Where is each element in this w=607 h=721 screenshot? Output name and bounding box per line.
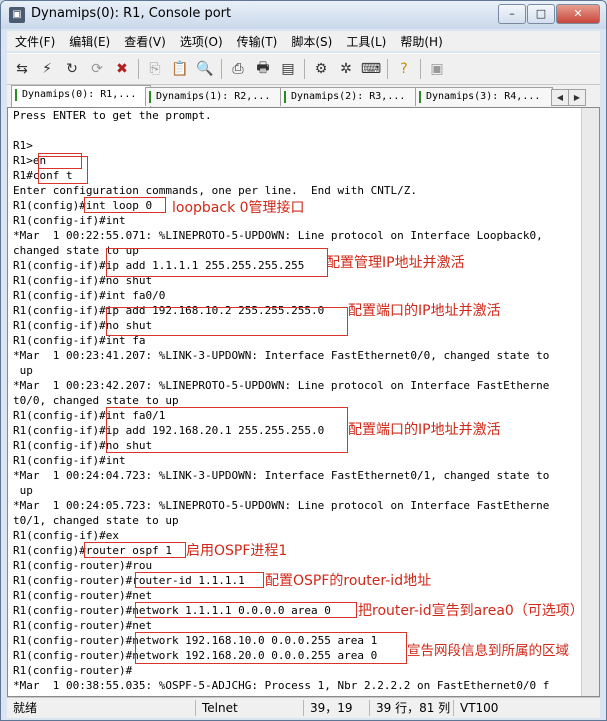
highlight-box (38, 156, 88, 184)
console-line: *Mar 1 00:22:55.071: %LINEPROTO-5-UPDOWN… (13, 229, 543, 242)
menu-options[interactable]: 选项(O) (172, 33, 229, 50)
maximize-button[interactable]: □ (527, 4, 555, 24)
console-line: up (13, 484, 33, 497)
terminal-console[interactable]: Press ENTER to get the prompt. R1> R1>en R1… (7, 107, 600, 697)
connected-icon (284, 91, 286, 103)
tab-label: Dynamips(0): R1,... (22, 89, 137, 100)
window-title: Dynamips(0): R1, Console port (31, 6, 232, 21)
annotation: loopback 0管理接口 (172, 200, 305, 216)
connected-icon (419, 91, 421, 103)
tab-label: Dynamips(3): R4,... (426, 91, 541, 102)
console-line: *Mar 1 00:23:42.207: %LINEPROTO-5-UPDOWN… (13, 379, 550, 392)
reconnect-all-icon[interactable]: ⟳ (86, 58, 108, 80)
console-line: R1(config-if)#ex (13, 529, 119, 542)
console-line: R1(config-if)#int (13, 454, 126, 467)
tab-label: Dynamips(2): R3,... (291, 91, 406, 102)
reconnect-icon[interactable]: ↻ (61, 58, 83, 80)
highlight-box (106, 307, 348, 336)
tab-r2[interactable]: Dynamips(1): R2,... (145, 87, 283, 106)
print-screen-icon[interactable]: ▤ (277, 58, 299, 80)
console-line: *Mar 1 00:38:55.035: %OSPF-5-ADJCHG: Pro… (13, 679, 550, 692)
highlight-box (84, 542, 186, 558)
annotation: 配置OSPF的router-id地址 (265, 573, 432, 589)
vertical-scrollbar[interactable] (581, 108, 599, 696)
toolbar: ⇆ ⚡ ↻ ⟳ ✖ ⎘ 📋 🔍 ⎙ 🖶 ▤ ⚙ ✲ ⌨ ? ▣ (7, 53, 600, 85)
console-line: R1(config-router)#net (13, 619, 153, 632)
menu-view[interactable]: 查看(V) (116, 33, 172, 50)
find-icon[interactable]: 🔍 (194, 58, 216, 80)
console-line: Press ENTER to get the prompt. (13, 109, 212, 122)
console-line: R1(config-if)#int (13, 214, 126, 227)
disconnect-icon[interactable]: ✖ (111, 58, 133, 80)
annotation: 配置端口的IP地址并激活 (348, 422, 501, 438)
annotation: 配置管理IP地址并激活 (326, 255, 465, 271)
highlight-box (135, 632, 407, 664)
status-emulation: VT100 (453, 700, 512, 716)
global-options-icon[interactable]: ✲ (335, 58, 357, 80)
tab-r1[interactable]: Dynamips(0): R1,... (11, 85, 151, 107)
minimize-button[interactable]: – (498, 4, 526, 24)
highlight-box (106, 407, 348, 453)
annotation: 宣告网段信息到所属的区域 (407, 643, 569, 659)
menu-edit[interactable]: 编辑(E) (61, 33, 116, 50)
session-tabs: Dynamips(0): R1,... Dynamips(1): R2,... … (7, 85, 600, 107)
title-bar[interactable]: ▣ Dynamips(0): R1, Console port – □ ✕ (1, 1, 606, 29)
annotation: 启用OSPF进程1 (186, 543, 288, 559)
connected-icon (149, 91, 151, 103)
app-window: ▣ Dynamips(0): R1, Console port – □ ✕ 文件… (0, 0, 607, 721)
paste-icon[interactable]: 📋 (169, 58, 191, 80)
console-line: up (13, 364, 33, 377)
status-ready: 就绪 (13, 701, 38, 715)
close-button[interactable]: ✕ (556, 4, 600, 24)
tab-r4[interactable]: Dynamips(3): R4,... (415, 87, 553, 106)
highlight-box (135, 602, 357, 618)
session-options-icon[interactable]: ⚙ (310, 58, 332, 80)
app-icon: ▣ (9, 7, 25, 23)
quick-connect-icon[interactable]: ⚡ (36, 58, 58, 80)
help-icon[interactable]: ? (393, 58, 415, 80)
tab-scroll-right-icon[interactable]: ▶ (568, 89, 586, 106)
status-size: 39 行，81 列 (369, 700, 456, 716)
keymap-icon[interactable]: ⌨ (360, 58, 382, 80)
tab-scroll-left-icon[interactable]: ◀ (551, 89, 569, 106)
console-line: R1>en (13, 154, 47, 167)
lock-icon[interactable]: ▣ (426, 58, 448, 80)
menu-bar: 文件(F) 编辑(E) 查看(V) 选项(O) 传输(T) 脚本(S) 工具(L… (7, 31, 600, 51)
menu-script[interactable]: 脚本(S) (283, 33, 338, 50)
connect-icon[interactable]: ⇆ (11, 58, 33, 80)
tab-r3[interactable]: Dynamips(2): R3,... (280, 87, 418, 106)
print-setup-icon[interactable]: ⎙ (227, 58, 249, 80)
menu-transfer[interactable]: 传输(T) (229, 33, 284, 50)
console-line: R1(config-router)# (13, 664, 133, 677)
tab-label: Dynamips(1): R2,... (156, 91, 271, 102)
highlight-box (135, 572, 264, 588)
status-bar: 就绪 Telnet 39，19 39 行，81 列 VT100 (7, 697, 600, 718)
console-line: *Mar 1 00:24:04.723: %LINK-3-UPDOWN: Int… (13, 469, 550, 482)
console-line: t0/1, changed state to up (13, 514, 179, 527)
console-line: t0/0, changed state to up (13, 394, 179, 407)
menu-help[interactable]: 帮助(H) (392, 33, 448, 50)
print-icon[interactable]: 🖶 (252, 58, 274, 80)
copy-icon[interactable]: ⎘ (144, 58, 166, 80)
console-line: *Mar 1 00:23:41.207: %LINK-3-UPDOWN: Int… (13, 349, 550, 362)
console-line: *Mar 1 00:24:05.723: %LINEPROTO-5-UPDOWN… (13, 499, 550, 512)
console-line: R1(config-if)#int fa0/0 (13, 289, 166, 302)
console-line: Enter configuration commands, one per li… (13, 184, 417, 197)
annotation: 配置端口的IP地址并激活 (348, 303, 501, 319)
highlight-box (106, 248, 328, 277)
annotation: 把router-id宣告到area0（可选项） (358, 603, 584, 619)
console-line: R1#conf t (13, 169, 73, 182)
status-cursor: 39，19 (303, 700, 370, 716)
console-line: R1> (13, 139, 33, 152)
highlight-box (84, 197, 166, 213)
menu-tools[interactable]: 工具(L) (338, 33, 392, 50)
menu-file[interactable]: 文件(F) (7, 33, 61, 50)
status-protocol: Telnet (195, 700, 302, 716)
connected-icon (15, 89, 17, 101)
